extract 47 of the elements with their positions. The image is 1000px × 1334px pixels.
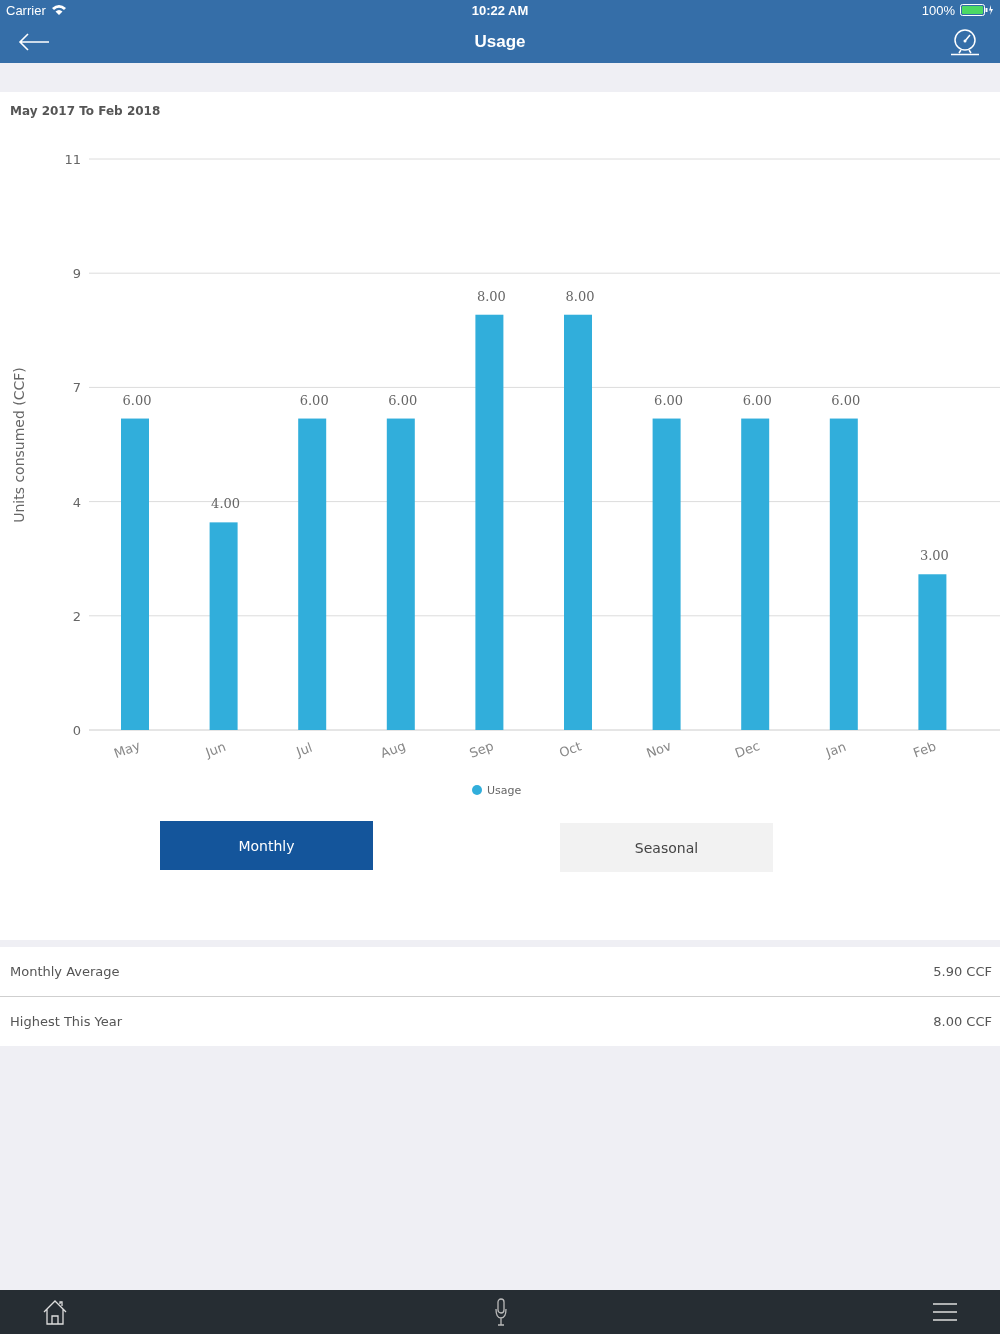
y-tick-label: 0: [72, 723, 81, 738]
stat-label: Highest This Year: [10, 1014, 123, 1029]
x-axis-label: May: [111, 737, 143, 762]
x-axis-label: Oct: [557, 738, 584, 761]
wifi-icon: [50, 4, 67, 16]
battery-icon: [960, 4, 994, 16]
y-tick-label: 2: [72, 608, 81, 624]
x-axis-label: Jan: [824, 739, 848, 760]
gauge-icon[interactable]: [950, 27, 980, 56]
battery-percent: 100%: [921, 2, 955, 18]
bar-value-label: 8.00: [476, 288, 506, 304]
period-label: May 2017 To Feb 2018: [9, 103, 162, 120]
bar-value-label: 6.00: [122, 392, 152, 408]
x-axis-label: Nov: [644, 738, 674, 761]
stat-value: 8.00 CCF: [933, 1014, 992, 1029]
y-tick-label: 4: [72, 494, 81, 510]
bar-value-label: 6.00: [388, 392, 418, 408]
menu-icon[interactable]: [933, 1302, 957, 1322]
stat-label: Monthly Average: [10, 964, 120, 979]
period-tab[interactable]: Monthly: [160, 821, 373, 870]
bar-value-label: 6.00: [831, 392, 861, 408]
legend-dot: [472, 785, 482, 795]
microphone-icon[interactable]: [493, 1298, 508, 1326]
x-axis-label: Jun: [203, 738, 228, 760]
y-tick-label: 7: [72, 380, 81, 396]
y-tick-label: 11: [64, 152, 81, 167]
bar-value-label: 6.00: [654, 392, 684, 408]
bar-value-label: 4.00: [211, 496, 241, 512]
home-icon[interactable]: [42, 1299, 68, 1325]
x-axis-label: Jul: [294, 739, 315, 760]
back-arrow-icon[interactable]: [18, 31, 50, 52]
bar-value-label: 3.00: [919, 548, 949, 564]
stat-value: 5.90 CCF: [933, 964, 992, 979]
screen-title: Usage: [474, 31, 526, 52]
bar-value-label: 8.00: [565, 288, 595, 304]
carrier-label: Carrier: [6, 2, 46, 18]
y-tick-label: 9: [72, 266, 81, 282]
y-axis-title: Units consumed (CCF): [11, 367, 27, 523]
status-time: 10:22 AM: [470, 2, 530, 18]
legend-label: Usage: [487, 784, 522, 797]
x-axis-label: Sep: [467, 738, 496, 761]
x-axis-label: Aug: [378, 738, 408, 761]
x-axis-label: Dec: [733, 738, 762, 761]
bar-value-label: 6.00: [742, 392, 772, 408]
bar-value-label: 6.00: [299, 392, 329, 408]
period-tab[interactable]: Seasonal: [560, 823, 773, 872]
x-axis-label: Feb: [911, 738, 938, 761]
